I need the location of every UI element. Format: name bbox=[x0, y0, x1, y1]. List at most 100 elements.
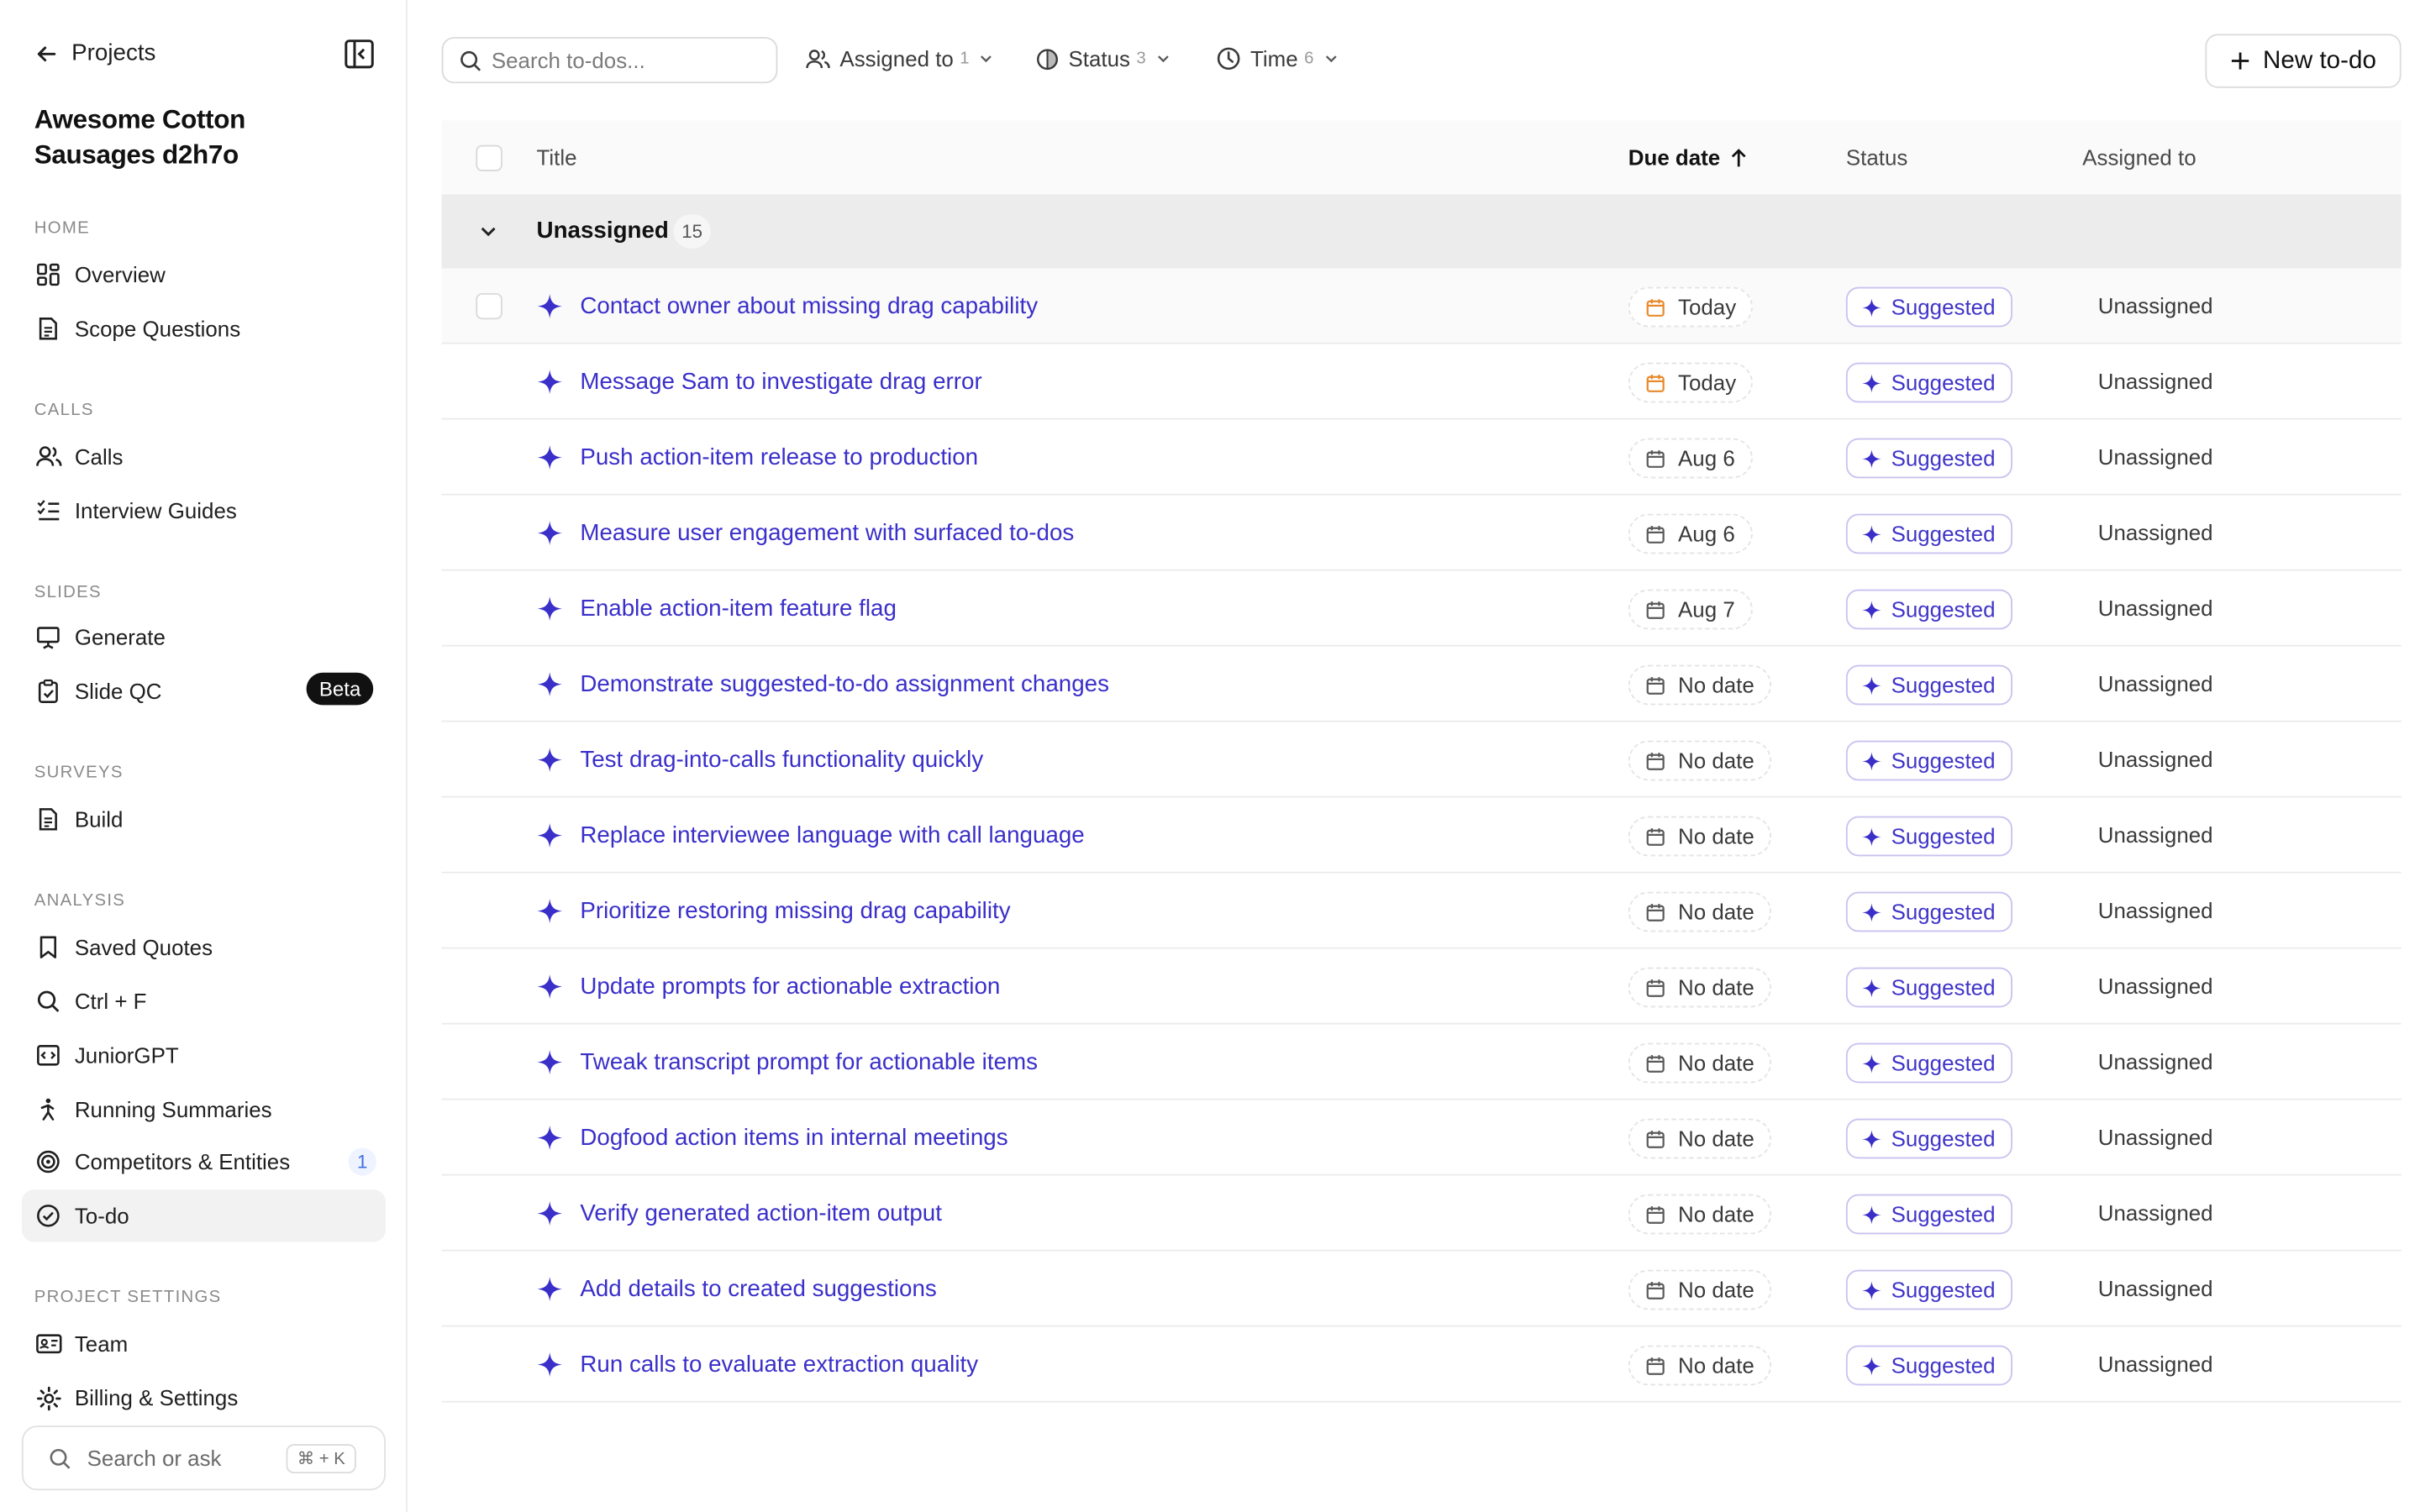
todo-search-input[interactable] bbox=[491, 47, 756, 73]
due-date-pill[interactable]: Aug 7 bbox=[1628, 589, 1753, 630]
status-pill[interactable]: Suggested bbox=[1845, 664, 2012, 706]
due-date-pill[interactable]: No date bbox=[1628, 1118, 1772, 1159]
nav-competitors-entities[interactable]: Competitors & Entities 1 bbox=[22, 1136, 386, 1188]
status-pill[interactable]: Suggested bbox=[1845, 362, 2012, 403]
select-all-checkbox[interactable] bbox=[476, 144, 502, 171]
due-date-pill[interactable]: No date bbox=[1628, 740, 1772, 781]
status-pill[interactable]: Suggested bbox=[1845, 1118, 2012, 1159]
table-row[interactable]: Contact owner about missing drag capabil… bbox=[441, 268, 2402, 344]
nav-team[interactable]: Team bbox=[22, 1318, 386, 1370]
nav-ctrl-f[interactable]: Ctrl + F bbox=[22, 975, 386, 1027]
todo-title[interactable]: Enable action-item feature flag bbox=[580, 596, 897, 622]
due-date-pill[interactable]: Today bbox=[1628, 362, 1754, 403]
nav-generate[interactable]: Generate bbox=[22, 611, 386, 663]
table-row[interactable]: Message Sam to investigate drag error Tod… bbox=[441, 344, 2402, 420]
due-date-pill[interactable]: No date bbox=[1628, 816, 1772, 857]
collapse-sidebar-button[interactable] bbox=[342, 37, 376, 71]
nav-billing-settings[interactable]: Billing & Settings bbox=[22, 1372, 386, 1424]
assignee[interactable]: Unassigned bbox=[2098, 898, 2213, 922]
filter-assigned-to[interactable]: Assigned to 1 bbox=[806, 46, 994, 71]
nav-build[interactable]: Build bbox=[22, 793, 386, 845]
nav-calls[interactable]: Calls bbox=[22, 430, 386, 482]
assignee[interactable]: Unassigned bbox=[2098, 1049, 2213, 1074]
nav-todo[interactable]: To-do bbox=[21, 1189, 386, 1242]
status-pill[interactable]: Suggested bbox=[1845, 967, 2012, 1008]
assignee[interactable]: Unassigned bbox=[2098, 671, 2213, 696]
due-date-pill[interactable]: No date bbox=[1628, 891, 1772, 932]
todo-title[interactable]: Demonstrate suggested-to-do assignment c… bbox=[580, 671, 1109, 697]
filter-time[interactable]: Time 6 bbox=[1216, 46, 1339, 71]
assignee[interactable]: Unassigned bbox=[2098, 596, 2213, 620]
due-date-pill[interactable]: Today bbox=[1628, 286, 1754, 328]
table-row[interactable]: Add details to created suggestions No dat… bbox=[441, 1252, 2402, 1327]
header-status[interactable]: Status bbox=[1846, 145, 1907, 170]
table-row[interactable]: Measure user engagement with surfaced to… bbox=[441, 496, 2402, 571]
table-row[interactable]: Dogfood action items in internal meeting… bbox=[441, 1100, 2402, 1176]
status-pill[interactable]: Suggested bbox=[1845, 740, 2012, 781]
status-pill[interactable]: Suggested bbox=[1845, 891, 2012, 932]
todo-title[interactable]: Update prompts for actionable extraction bbox=[580, 974, 1000, 1000]
assignee[interactable]: Unassigned bbox=[2098, 1200, 2213, 1225]
assignee[interactable]: Unassigned bbox=[2098, 1352, 2213, 1376]
todo-search-box[interactable] bbox=[441, 37, 778, 84]
due-date-pill[interactable]: Aug 6 bbox=[1628, 438, 1753, 479]
assignee[interactable]: Unassigned bbox=[2098, 1276, 2213, 1300]
status-pill[interactable]: Suggested bbox=[1845, 286, 2012, 328]
chevron-down-icon[interactable] bbox=[476, 219, 501, 244]
header-due-date[interactable]: Due date bbox=[1628, 145, 1749, 170]
status-pill[interactable]: Suggested bbox=[1845, 589, 2012, 630]
assignee[interactable]: Unassigned bbox=[2098, 293, 2213, 318]
due-date-pill[interactable]: No date bbox=[1628, 1345, 1772, 1386]
assignee[interactable]: Unassigned bbox=[2098, 1125, 2213, 1149]
nav-saved-quotes[interactable]: Saved Quotes bbox=[22, 921, 386, 974]
header-assigned-to[interactable]: Assigned to bbox=[2082, 145, 2196, 170]
nav-running-summaries[interactable]: Running Summaries bbox=[22, 1083, 386, 1135]
header-title[interactable]: Title bbox=[537, 145, 577, 170]
due-date-pill[interactable]: No date bbox=[1628, 1269, 1772, 1310]
due-date-pill[interactable]: No date bbox=[1628, 664, 1772, 706]
nav-scope-questions[interactable]: Scope Questions bbox=[22, 302, 386, 354]
table-row[interactable]: Test drag-into-calls functionality quick… bbox=[441, 722, 2402, 798]
table-row[interactable]: Update prompts for actionable extraction… bbox=[441, 949, 2402, 1025]
table-row[interactable]: Push action-item release to production Au… bbox=[441, 420, 2402, 496]
table-row[interactable]: Run calls to evaluate extraction quality… bbox=[441, 1327, 2402, 1403]
todo-title[interactable]: Contact owner about missing drag capabil… bbox=[580, 293, 1038, 319]
status-pill[interactable]: Suggested bbox=[1845, 816, 2012, 857]
table-row[interactable]: Prioritize restoring missing drag capabi… bbox=[441, 874, 2402, 949]
todo-title[interactable]: Prioritize restoring missing drag capabi… bbox=[580, 898, 1010, 924]
table-row[interactable]: Replace interviewee language with call l… bbox=[441, 798, 2402, 874]
nav-juniorgpt[interactable]: JuniorGPT bbox=[22, 1029, 386, 1081]
back-to-projects[interactable]: Projects bbox=[34, 40, 155, 66]
due-date-pill[interactable]: No date bbox=[1628, 1042, 1772, 1084]
nav-interview-guides[interactable]: Interview Guides bbox=[22, 485, 386, 537]
status-pill[interactable]: Suggested bbox=[1845, 1345, 2012, 1386]
status-pill[interactable]: Suggested bbox=[1845, 438, 2012, 479]
assignee[interactable]: Unassigned bbox=[2098, 520, 2213, 544]
todo-title[interactable]: Add details to created suggestions bbox=[580, 1276, 936, 1302]
status-pill[interactable]: Suggested bbox=[1845, 1194, 2012, 1235]
assignee[interactable]: Unassigned bbox=[2098, 369, 2213, 393]
todo-title[interactable]: Push action-item release to production bbox=[580, 444, 978, 470]
table-row[interactable]: Tweak transcript prompt for actionable i… bbox=[441, 1025, 2402, 1100]
group-unassigned[interactable]: Unassigned 15 bbox=[441, 194, 2402, 269]
row-checkbox[interactable] bbox=[476, 292, 502, 320]
table-row[interactable]: Verify generated action-item output No da… bbox=[441, 1176, 2402, 1252]
todo-title[interactable]: Tweak transcript prompt for actionable i… bbox=[580, 1049, 1038, 1075]
assignee[interactable]: Unassigned bbox=[2098, 822, 2213, 847]
filter-status[interactable]: Status 3 bbox=[1036, 46, 1171, 71]
table-row[interactable]: Demonstrate suggested-to-do assignment c… bbox=[441, 647, 2402, 722]
assignee[interactable]: Unassigned bbox=[2098, 974, 2213, 998]
nav-slide-qc[interactable]: Slide QC Beta bbox=[22, 665, 386, 717]
nav-overview[interactable]: Overview bbox=[22, 249, 386, 301]
assignee[interactable]: Unassigned bbox=[2098, 444, 2213, 469]
status-pill[interactable]: Suggested bbox=[1845, 513, 2012, 554]
todo-title[interactable]: Measure user engagement with surfaced to… bbox=[580, 520, 1074, 546]
due-date-pill[interactable]: No date bbox=[1628, 967, 1772, 1008]
table-row[interactable]: Enable action-item feature flag Aug 7 Sugg… bbox=[441, 571, 2402, 647]
status-pill[interactable]: Suggested bbox=[1845, 1269, 2012, 1310]
todo-title[interactable]: Test drag-into-calls functionality quick… bbox=[580, 747, 983, 773]
todo-title[interactable]: Message Sam to investigate drag error bbox=[580, 369, 981, 395]
due-date-pill[interactable]: No date bbox=[1628, 1194, 1772, 1235]
search-or-ask-button[interactable]: Search or ask ⌘ + K bbox=[21, 1425, 386, 1491]
new-todo-button[interactable]: New to-do bbox=[2205, 34, 2402, 88]
